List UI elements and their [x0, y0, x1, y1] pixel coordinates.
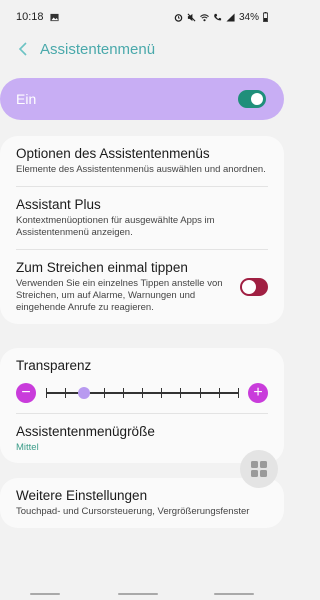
assistant-plus-subtitle: Kontextmenüoptionen für ausgewählte Apps… [16, 215, 215, 238]
slider-tick [218, 388, 220, 398]
alarm-icon [174, 13, 183, 22]
call-icon [214, 13, 222, 20]
transparency-decrease-button[interactable]: − [16, 383, 36, 403]
page-title: Assistentenmenü [40, 40, 156, 58]
list-item-tap-to-swipe[interactable]: Zum Streichen einmal tippen Verwenden Si… [16, 249, 268, 324]
settings-card-options: Optionen des Assistentenmenüs Elemente d… [0, 136, 284, 324]
battery-percent: 34% [238, 11, 259, 23]
settings-card-appearance: Transparenz − + Assistentenmenügröße Mit… [0, 348, 284, 463]
slider-tick [142, 388, 143, 398]
slider-tick [65, 388, 67, 398]
transparency-increase-button[interactable]: + [248, 383, 268, 403]
transparency-slider[interactable] [42, 386, 242, 400]
tap-to-swipe-subtitle: Verwenden Sie ein einzelnes Tippen anste… [16, 278, 223, 313]
list-item-options[interactable]: Optionen des Assistentenmenüs Elemente d… [16, 136, 268, 186]
nav-recents-button[interactable] [30, 593, 60, 595]
transparency-title: Transparenz [16, 358, 92, 373]
options-subtitle: Elemente des Assistentenmenüs auswählen … [16, 164, 266, 175]
navigation-bar [0, 588, 284, 600]
list-item-assistant-plus[interactable]: Assistant Plus Kontextmenüoptionen für a… [16, 186, 268, 249]
slider-tick [180, 388, 182, 398]
status-bar: 10:18 34% [0, 0, 284, 34]
more-settings-title: Weitere Einstellungen [16, 488, 148, 503]
slider-tick [46, 388, 47, 398]
nav-home-button[interactable] [118, 593, 158, 595]
nav-back-button[interactable] [214, 593, 254, 595]
list-item-menu-size[interactable]: Assistentenmenügröße Mittel [16, 413, 268, 463]
wifi-icon [200, 13, 209, 21]
transparency-row: Transparenz − + [16, 348, 268, 413]
slider-tick [103, 388, 105, 398]
menu-size-value: Mittel [16, 442, 39, 453]
app-header: Assistentenmenü [0, 34, 284, 64]
list-item-more-settings[interactable]: Weitere Einstellungen Touchpad- und Curs… [16, 478, 268, 528]
image-icon [49, 13, 59, 21]
slider-tick [238, 388, 239, 398]
chevron-left-icon [18, 42, 27, 56]
settings-card-more: Weitere Einstellungen Touchpad- und Curs… [0, 478, 284, 528]
mute-icon [187, 13, 196, 21]
slider-tick [199, 388, 201, 398]
status-time: 10:18 [16, 11, 44, 23]
master-toggle[interactable] [238, 90, 266, 108]
master-switch-bar[interactable]: Ein [0, 78, 284, 120]
tap-to-swipe-toggle[interactable] [240, 278, 268, 296]
assistant-plus-title: Assistant Plus [16, 197, 101, 212]
master-switch-label: Ein [16, 91, 37, 107]
grid-icon [251, 461, 267, 477]
battery-icon [263, 12, 268, 22]
slider-tick [161, 388, 163, 398]
signal-icon [226, 12, 235, 22]
more-settings-subtitle: Touchpad- und Cursorsteuerung, Vergrößer… [16, 506, 250, 517]
assistant-menu-floating-button[interactable] [240, 450, 278, 488]
tap-to-swipe-title: Zum Streichen einmal tippen [16, 260, 188, 275]
options-title: Optionen des Assistentenmenüs [16, 146, 210, 161]
transparency-slider-thumb[interactable] [78, 387, 91, 399]
slider-tick [122, 388, 124, 398]
back-button[interactable] [14, 40, 32, 58]
menu-size-title: Assistentenmenügröße [16, 424, 155, 439]
